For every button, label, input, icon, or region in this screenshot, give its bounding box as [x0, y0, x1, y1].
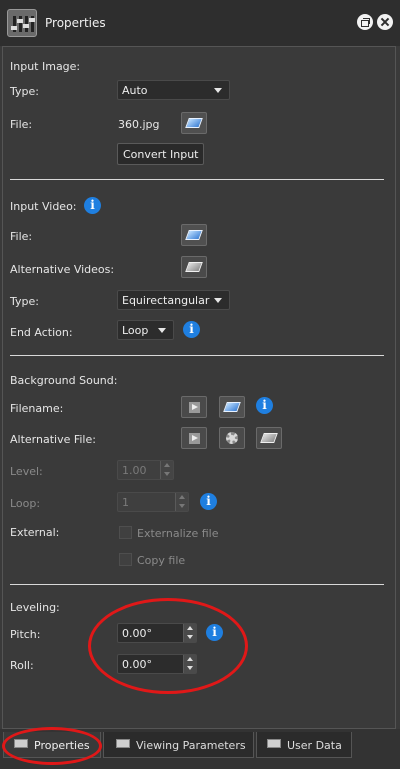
- roll-value: 0.00°: [122, 658, 152, 671]
- info-icon[interactable]: i: [206, 624, 223, 641]
- spin-arrows-icon[interactable]: [160, 461, 173, 479]
- leveling-header: Leveling:: [10, 601, 60, 614]
- image-type-label: Type:: [10, 85, 39, 98]
- roll-spinbox[interactable]: 0.00°: [117, 654, 197, 674]
- sound-filename-label: Filename:: [10, 402, 64, 415]
- copy-file-label: Copy file: [137, 554, 186, 567]
- tab-properties[interactable]: Properties: [3, 732, 101, 758]
- background-sound-header: Background Sound:: [10, 374, 118, 387]
- spin-arrows-icon[interactable]: [183, 624, 196, 642]
- gear-icon: [226, 432, 238, 444]
- end-action-value: Loop: [122, 324, 149, 337]
- tab-label: Viewing Parameters: [136, 739, 246, 752]
- window-title: Properties: [45, 16, 106, 30]
- info-icon[interactable]: i: [84, 197, 101, 214]
- spin-arrows-icon[interactable]: [183, 655, 196, 673]
- image-type-value: Auto: [122, 84, 148, 97]
- externalize-file-label: Externalize file: [137, 527, 219, 540]
- viewing-parameters-tab-icon: [116, 739, 130, 748]
- sound-play-button[interactable]: [181, 396, 207, 418]
- loop-label: Loop:: [10, 497, 41, 510]
- close-window-icon[interactable]: [377, 14, 393, 30]
- title-bar: Properties: [0, 0, 400, 46]
- chevron-down-icon: [214, 298, 222, 303]
- pitch-spinbox[interactable]: 0.00°: [117, 623, 197, 643]
- external-label: External:: [10, 526, 60, 539]
- folder-open-icon: [260, 433, 278, 443]
- video-file-browse-button[interactable]: [181, 224, 207, 246]
- chevron-down-icon: [214, 88, 222, 93]
- alt-sound-settings-button[interactable]: [219, 427, 245, 449]
- section-divider: [10, 584, 384, 585]
- sound-file-browse-button[interactable]: [219, 396, 245, 418]
- section-divider: [10, 355, 384, 356]
- folder-open-icon: [185, 118, 203, 128]
- level-spinbox[interactable]: 1.00: [117, 460, 174, 480]
- play-icon: [189, 402, 200, 413]
- alt-videos-browse-button[interactable]: [181, 256, 207, 278]
- spin-arrows-icon[interactable]: [175, 493, 188, 511]
- folder-open-icon: [223, 402, 241, 412]
- input-image-header: Input Image:: [10, 60, 81, 73]
- image-file-browse-button[interactable]: [181, 112, 207, 134]
- folder-open-icon: [185, 230, 203, 240]
- end-action-label: End Action:: [10, 326, 73, 339]
- info-icon[interactable]: i: [200, 493, 217, 510]
- tab-user-data[interactable]: User Data: [256, 732, 352, 758]
- properties-app-icon: [7, 9, 37, 37]
- copy-file-checkbox[interactable]: [119, 553, 132, 566]
- tab-label: User Data: [287, 739, 342, 752]
- pitch-label: Pitch:: [10, 628, 41, 641]
- info-icon[interactable]: i: [256, 397, 273, 414]
- tab-label: Properties: [34, 739, 90, 752]
- image-file-label: File:: [10, 118, 33, 131]
- alt-sound-browse-button[interactable]: [256, 427, 282, 449]
- pitch-value: 0.00°: [122, 627, 152, 640]
- tab-viewing-parameters[interactable]: Viewing Parameters: [103, 732, 254, 758]
- alt-sound-file-label: Alternative File:: [10, 433, 96, 446]
- loop-spinbox[interactable]: 1: [117, 492, 189, 512]
- input-video-header: Input Video:: [10, 200, 77, 213]
- externalize-file-checkbox[interactable]: [119, 526, 132, 539]
- level-value: 1.00: [122, 464, 147, 477]
- loop-value: 1: [122, 496, 129, 509]
- roll-label: Roll:: [10, 659, 34, 672]
- image-file-value: 360.jpg: [118, 118, 160, 131]
- info-icon[interactable]: i: [183, 321, 200, 338]
- video-type-value: Equirectangular: [122, 294, 210, 307]
- play-icon: [189, 433, 200, 444]
- level-label: Level:: [10, 465, 43, 478]
- convert-input-button[interactable]: Convert Input: [117, 143, 205, 165]
- alt-videos-label: Alternative Videos:: [10, 263, 115, 276]
- bottom-tab-bar: Properties Viewing Parameters User Data: [0, 729, 400, 769]
- alt-sound-play-button[interactable]: [181, 427, 207, 449]
- chevron-down-icon: [158, 328, 166, 333]
- float-window-icon[interactable]: [357, 14, 373, 30]
- video-file-label: File:: [10, 230, 33, 243]
- folder-open-icon: [185, 262, 203, 272]
- properties-tab-icon: [14, 739, 28, 748]
- end-action-dropdown[interactable]: Loop: [117, 320, 174, 340]
- image-type-dropdown[interactable]: Auto: [117, 80, 230, 100]
- user-data-tab-icon: [267, 739, 281, 748]
- video-type-label: Type:: [10, 295, 39, 308]
- video-type-dropdown[interactable]: Equirectangular: [117, 290, 230, 310]
- section-divider: [10, 179, 384, 180]
